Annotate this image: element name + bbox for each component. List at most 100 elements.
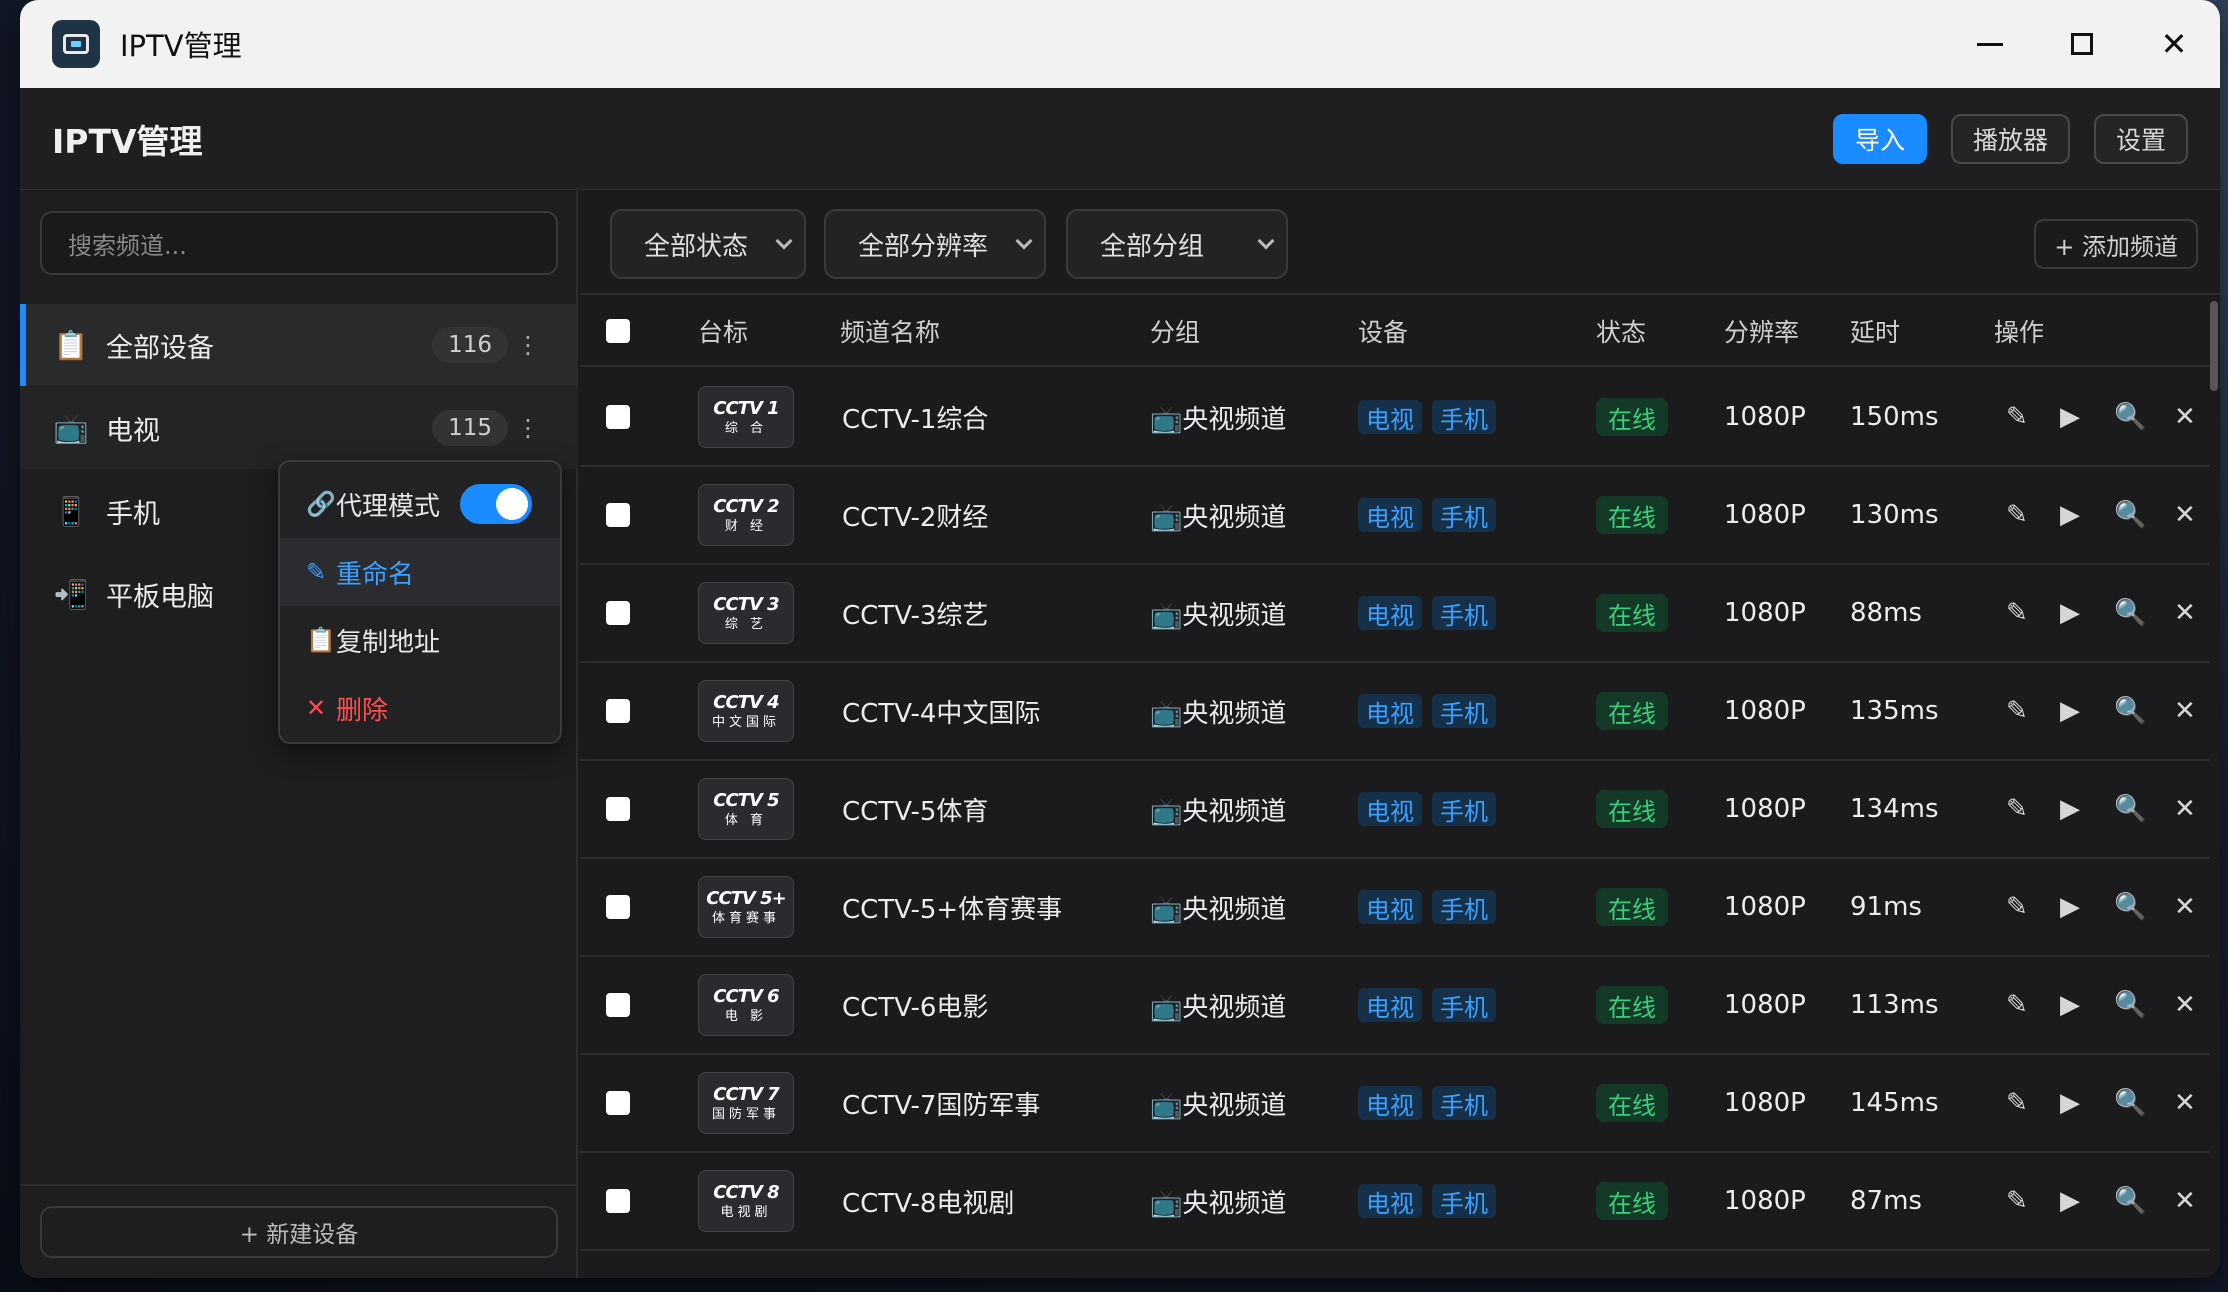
row-checkbox[interactable]	[606, 1091, 630, 1115]
table-row[interactable]: CCTV 1综 合 CCTV-1综合 📺央视频道 电视 手机 在线 1080P 150ms ✎ ▶…	[580, 369, 2210, 467]
edit-icon[interactable]: ✎	[2006, 761, 2028, 857]
close-icon[interactable]: ✕	[2174, 663, 2196, 759]
menu-item-proxy-mode[interactable]: 🔗 代理模式	[280, 470, 560, 538]
menu-item-rename[interactable]: ✎ 重命名	[280, 538, 560, 606]
more-vertical-icon[interactable]: ⋮	[516, 331, 540, 359]
play-icon[interactable]: ▶	[2060, 663, 2080, 759]
group-filter-select[interactable]: 全部分组	[1066, 209, 1288, 279]
play-icon[interactable]: ▶	[2060, 859, 2080, 955]
proxy-toggle[interactable]	[460, 484, 532, 524]
play-icon[interactable]: ▶	[2060, 369, 2080, 465]
table-row[interactable]: CCTV 6电 影 CCTV-6电影 📺央视频道 电视 手机 在线 1080P 113ms ✎ ▶…	[580, 957, 2210, 1055]
settings-button[interactable]: 设置	[2093, 114, 2188, 164]
sidebar-item-all-devices[interactable]: 📋 全部设备 116 ⋮	[20, 304, 578, 386]
play-icon[interactable]: ▶	[2060, 467, 2080, 563]
table-scrollbar[interactable]	[2210, 301, 2218, 391]
search-icon[interactable]: 🔍	[2114, 859, 2146, 955]
row-checkbox[interactable]	[606, 895, 630, 919]
row-checkbox[interactable]	[606, 699, 630, 723]
table-row[interactable]: CCTV 8 电视剧 CCTV-8电视剧 📺央视频道 电视 手机 在线 1080P 87ms ✎ ▶…	[580, 1153, 2210, 1251]
resolution-filter-select[interactable]: 全部分辨率	[824, 209, 1046, 279]
edit-icon[interactable]: ✎	[2006, 565, 2028, 661]
channel-logo: CCTV 4 中文国际	[698, 680, 794, 742]
search-icon[interactable]: 🔍	[2114, 369, 2146, 465]
close-icon[interactable]: ✕	[2174, 761, 2196, 857]
edit-icon[interactable]: ✎	[2006, 1055, 2028, 1151]
edit-icon[interactable]: ✎	[2006, 859, 2028, 955]
menu-item-delete[interactable]: ✕ 删除	[280, 674, 560, 742]
latency-value: 135ms	[1850, 696, 1939, 726]
search-icon[interactable]: 🔍	[2114, 957, 2146, 1053]
edit-icon[interactable]: ✎	[2006, 467, 2028, 563]
phone-icon: 📱	[53, 494, 89, 528]
channel-group: 📺央视频道	[1150, 1188, 1287, 1219]
row-checkbox[interactable]	[606, 601, 630, 625]
column-header: 设备	[1358, 318, 1409, 347]
status-badge: 在线	[1596, 888, 1668, 926]
channel-name: CCTV-4中文国际	[842, 698, 1041, 729]
sidebar-item-tv[interactable]: 📺 电视 115 ⋮	[20, 387, 578, 469]
table-row[interactable]: CCTV 2财 经 CCTV-2财经 📺央视频道 电视 手机 在线 1080P 130ms ✎ ▶…	[580, 467, 2210, 565]
status-badge: 在线	[1596, 1182, 1668, 1220]
column-header: 状态	[1596, 318, 1647, 347]
new-device-button[interactable]: + 新建设备	[40, 1206, 558, 1258]
more-vertical-icon[interactable]: ⋮	[516, 414, 540, 442]
close-button[interactable]: ✕	[2128, 0, 2220, 88]
device-context-menu: 🔗 代理模式 ✎ 重命名 📋 复制地址 ✕ 删除	[278, 460, 562, 744]
channel-group: 📺央视频道	[1150, 600, 1287, 631]
play-icon[interactable]: ▶	[2060, 565, 2080, 661]
device-tag: 电视	[1358, 498, 1422, 532]
close-icon[interactable]: ✕	[2174, 467, 2196, 563]
chevron-down-icon	[775, 232, 793, 250]
column-header: 操作	[1994, 318, 2045, 347]
row-checkbox[interactable]	[606, 503, 630, 527]
edit-icon[interactable]: ✎	[2006, 369, 2028, 465]
play-icon[interactable]: ▶	[2060, 761, 2080, 857]
search-input[interactable]: 搜索频道...	[40, 211, 558, 275]
minimize-button[interactable]	[1944, 0, 2036, 88]
play-icon[interactable]: ▶	[2060, 1153, 2080, 1249]
app-window: IPTV管理 ✕ IPTV管理 导入 播放器 设置 搜索频道... 📋 全部设备…	[20, 0, 2220, 1278]
menu-item-copy-address[interactable]: 📋 复制地址	[280, 606, 560, 674]
edit-icon[interactable]: ✎	[2006, 1153, 2028, 1249]
close-icon[interactable]: ✕	[2174, 369, 2196, 465]
close-icon[interactable]: ✕	[2174, 1055, 2196, 1151]
edit-icon[interactable]: ✎	[2006, 957, 2028, 1053]
table-row[interactable]: CCTV 7 国防军事 CCTV-7国防军事 📺央视频道 电视 手机 在线 1080P 145m…	[580, 1055, 2210, 1153]
close-icon[interactable]: ✕	[2174, 957, 2196, 1053]
search-icon[interactable]: 🔍	[2114, 1055, 2146, 1151]
device-tag: 电视	[1358, 1184, 1422, 1218]
chevron-down-icon	[1257, 232, 1275, 250]
play-icon[interactable]: ▶	[2060, 957, 2080, 1053]
table-row[interactable]: CCTV 5+ 体育赛事 CCTV-5+体育赛事 📺央视频道 电视 手机 在线 1080P 91…	[580, 859, 2210, 957]
maximize-icon	[2071, 33, 2093, 55]
maximize-button[interactable]	[2036, 0, 2128, 88]
search-icon[interactable]: 🔍	[2114, 663, 2146, 759]
channel-logo: CCTV 8 电视剧	[698, 1170, 794, 1232]
search-icon[interactable]: 🔍	[2114, 761, 2146, 857]
table-row[interactable]: CCTV 5体 育 CCTV-5体育 📺央视频道 电视 手机 在线 1080P 134ms ✎ ▶…	[580, 761, 2210, 859]
column-header: 分组	[1150, 318, 1201, 347]
search-icon[interactable]: 🔍	[2114, 1153, 2146, 1249]
search-icon[interactable]: 🔍	[2114, 467, 2146, 563]
import-button[interactable]: 导入	[1832, 114, 1927, 164]
table-row[interactable]: CCTV 4 中文国际 CCTV-4中文国际 📺央视频道 电视 手机 在线 1080P 135m…	[580, 663, 2210, 761]
row-checkbox[interactable]	[606, 993, 630, 1017]
edit-icon[interactable]: ✎	[2006, 663, 2028, 759]
select-all-checkbox[interactable]	[606, 319, 630, 343]
player-button[interactable]: 播放器	[1950, 114, 2070, 164]
status-filter-select[interactable]: 全部状态	[610, 209, 806, 279]
play-icon[interactable]: ▶	[2060, 1055, 2080, 1151]
close-icon[interactable]: ✕	[2174, 565, 2196, 661]
add-channel-button[interactable]: + 添加频道	[2034, 219, 2198, 269]
row-checkbox[interactable]	[606, 797, 630, 821]
row-checkbox[interactable]	[606, 1189, 630, 1213]
search-icon[interactable]: 🔍	[2114, 565, 2146, 661]
column-header: 延时	[1850, 318, 1901, 347]
clipboard-icon: 📋	[306, 626, 336, 654]
row-checkbox[interactable]	[606, 405, 630, 429]
close-icon[interactable]: ✕	[2174, 859, 2196, 955]
table-row[interactable]: CCTV 3综 艺 CCTV-3综艺 📺央视频道 电视 手机 在线 1080P 88ms ✎ ▶ 🔍…	[580, 565, 2210, 663]
close-icon[interactable]: ✕	[2174, 1153, 2196, 1249]
device-count-badge: 116	[432, 327, 508, 363]
